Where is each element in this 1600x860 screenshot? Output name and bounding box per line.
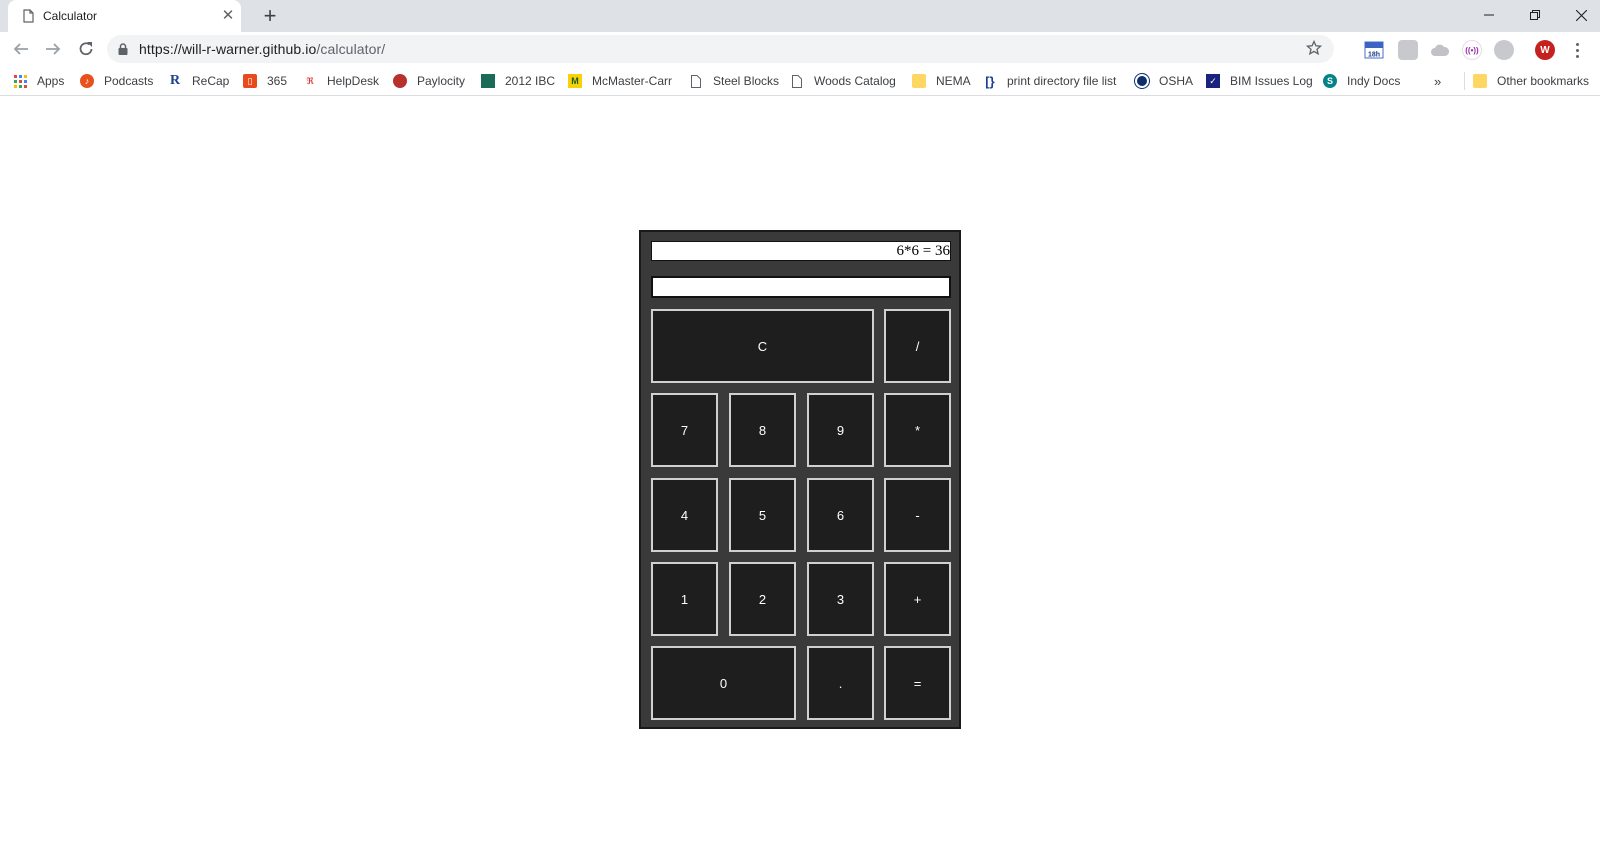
browser-toolbar: https://will-r-warner.github.io/calculat…	[0, 32, 1600, 66]
bookmark-bim-issues-log[interactable]: ✓ BIM Issues Log	[1206, 72, 1313, 90]
history-display: 6*6 = 36	[651, 241, 951, 261]
other-bookmarks[interactable]: Other bookmarks	[1464, 72, 1589, 90]
page-icon	[23, 9, 34, 23]
bookmark-label: OSHA	[1159, 74, 1194, 88]
bookmark-365[interactable]: ▯ 365	[243, 72, 287, 90]
tab-strip: Calculator ✕ +	[0, 0, 1600, 32]
paylocity-icon	[393, 74, 407, 88]
profile-avatar[interactable]: W	[1535, 40, 1555, 60]
bookmark-star-icon[interactable]	[1306, 40, 1322, 56]
bookmark-recap[interactable]: R ReCap	[168, 72, 229, 90]
bookmark-label: BIM Issues Log	[1230, 74, 1313, 88]
address-bar[interactable]: https://will-r-warner.github.io/calculat…	[107, 35, 1334, 63]
kebab-menu-icon[interactable]	[1571, 40, 1583, 60]
recap-icon: R	[169, 73, 181, 88]
osha-icon	[1135, 74, 1149, 88]
subtract-button[interactable]: -	[884, 478, 951, 552]
equals-button[interactable]: =	[884, 646, 951, 720]
folder-icon	[912, 74, 926, 88]
bookmark-print-directory[interactable]: [} print directory file list	[983, 72, 1116, 90]
broadcast-extension-icon[interactable]: ((•))	[1462, 40, 1482, 60]
podcasts-icon: ♪	[80, 74, 94, 88]
bookmark-woods-catalog[interactable]: Woods Catalog	[790, 72, 896, 90]
bookmark-helpdesk[interactable]: ℜ HelpDesk	[303, 72, 379, 90]
sharepoint-icon: S	[1323, 74, 1337, 88]
ibc-icon	[481, 74, 495, 88]
bookmark-label: 2012 IBC	[505, 74, 556, 88]
bookmark-label: McMaster-Carr	[592, 74, 672, 88]
add-button[interactable]: +	[884, 562, 951, 636]
bookmark-nema[interactable]: NEMA	[912, 72, 971, 90]
five-button[interactable]: 5	[729, 478, 796, 552]
bookmarks-overflow-chevron-icon[interactable]: »	[1434, 72, 1441, 90]
bookmark-apps[interactable]: Apps	[13, 72, 64, 90]
folder-icon	[1473, 74, 1487, 88]
helpdesk-icon: ℜ	[306, 75, 314, 86]
close-window-icon[interactable]	[1558, 0, 1600, 30]
three-button[interactable]: 3	[807, 562, 874, 636]
bookmarks-bar: Apps ♪ Podcasts R ReCap ▯ 365 ℜ HelpDesk Pay…	[0, 66, 1600, 96]
multiply-button[interactable]: *	[884, 393, 951, 467]
bookmark-label: print directory file list	[1007, 74, 1117, 88]
bookmark-mcmaster-carr[interactable]: M McMaster-Carr	[568, 72, 672, 90]
bookmark-label: Steel Blocks	[713, 74, 780, 88]
zero-button[interactable]: 0	[651, 646, 796, 720]
svg-text:18h: 18h	[1368, 52, 1380, 59]
bookmark-label: NEMA	[936, 74, 971, 88]
script-icon: [}	[985, 73, 995, 89]
page-icon	[790, 74, 804, 88]
office-365-icon: ▯	[243, 74, 257, 88]
cloud-extension-icon[interactable]	[1430, 40, 1450, 60]
seven-button[interactable]: 7	[651, 393, 718, 467]
bookmark-2012-ibc[interactable]: 2012 IBC	[481, 72, 555, 90]
bookmark-steel-blocks[interactable]: Steel Blocks	[689, 72, 779, 90]
bookmark-label: Paylocity	[417, 74, 466, 88]
one-button[interactable]: 1	[651, 562, 718, 636]
bookmark-label: Other bookmarks	[1497, 74, 1590, 88]
bookmark-podcasts[interactable]: ♪ Podcasts	[80, 72, 153, 90]
bookmark-osha[interactable]: OSHA	[1135, 72, 1193, 90]
restore-icon[interactable]	[1512, 0, 1558, 30]
bookmark-paylocity[interactable]: Paylocity	[393, 72, 465, 90]
calendar-extension-icon[interactable]: 18h	[1364, 40, 1384, 60]
nine-button[interactable]: 9	[807, 393, 874, 467]
back-arrow-icon[interactable]	[9, 37, 33, 61]
calculator: 6*6 = 36 C / 7 8 9 * 4 5 6 - 1 2 3 + 0 .…	[639, 230, 961, 729]
lock-icon	[118, 43, 128, 55]
tab-title: Calculator	[43, 9, 98, 23]
bookmark-label: HelpDesk	[327, 74, 380, 88]
url-host: https://will-r-warner.github.io	[139, 41, 317, 57]
two-button[interactable]: 2	[729, 562, 796, 636]
six-button[interactable]: 6	[807, 478, 874, 552]
apps-grid-icon	[13, 74, 27, 88]
page-icon	[689, 74, 703, 88]
four-button[interactable]: 4	[651, 478, 718, 552]
url-path: /calculator/	[316, 41, 386, 57]
circle-extension-icon[interactable]	[1494, 40, 1514, 60]
bookmark-label: Woods Catalog	[814, 74, 896, 88]
bookmark-indy-docs[interactable]: S Indy Docs	[1323, 72, 1400, 90]
bookmark-label: Indy Docs	[1347, 74, 1401, 88]
forward-arrow-icon[interactable]	[41, 37, 65, 61]
close-tab-icon[interactable]: ✕	[219, 7, 237, 25]
bookmark-label: Apps	[37, 74, 65, 88]
mcmaster-icon: M	[568, 74, 582, 88]
browser-tab[interactable]: Calculator ✕	[8, 0, 241, 32]
reload-icon[interactable]	[74, 37, 98, 61]
minimize-icon[interactable]	[1466, 0, 1512, 30]
bookmark-label: ReCap	[192, 74, 230, 88]
input-display[interactable]	[651, 276, 951, 298]
clear-button[interactable]: C	[651, 309, 874, 383]
bim-icon: ✓	[1206, 74, 1220, 88]
divide-button[interactable]: /	[884, 309, 951, 383]
eight-button[interactable]: 8	[729, 393, 796, 467]
extension-icon[interactable]	[1398, 40, 1418, 60]
decimal-button[interactable]: .	[807, 646, 874, 720]
url-text: https://will-r-warner.github.io/calculat…	[139, 41, 385, 57]
bookmark-label: Podcasts	[104, 74, 154, 88]
new-tab-button[interactable]: +	[258, 5, 282, 29]
bookmark-label: 365	[267, 74, 288, 88]
